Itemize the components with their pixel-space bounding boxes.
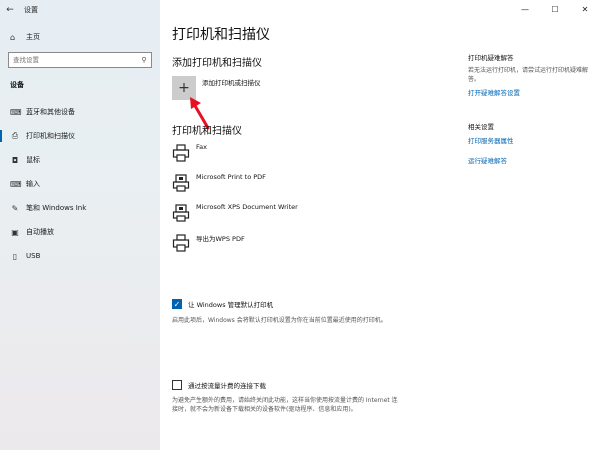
search-box[interactable]: ⚲ bbox=[8, 52, 152, 68]
metered-download-label: 通过按流量计费的连接下载 bbox=[188, 382, 266, 390]
sidebar-nav: ⌨ 蓝牙和其他设备 ⎙ 打印机和扫描仪 ◘ 鼠标 ⌨ 输入 ✎ 笔和 Windo… bbox=[0, 100, 160, 268]
sidebar-item-label: 笔和 Windows Ink bbox=[26, 204, 87, 212]
printer-name: Microsoft XPS Document Writer bbox=[196, 203, 298, 211]
printer-item-wps-pdf[interactable]: 导出为WPS PDF bbox=[172, 230, 298, 260]
title-bar: ← 设置 bbox=[0, 0, 160, 20]
sidebar-item-label: 鼠标 bbox=[26, 156, 40, 164]
sidebar-item-bluetooth[interactable]: ⌨ 蓝牙和其他设备 bbox=[0, 100, 160, 124]
printer-item-xps-writer[interactable]: Microsoft XPS Document Writer bbox=[172, 200, 298, 230]
back-button[interactable]: ← bbox=[0, 0, 20, 20]
printer-list-title: 打印机和扫描仪 bbox=[172, 126, 242, 137]
sidebar: ← 设置 ⌂ 主页 ⚲ 设备 ⌨ 蓝牙和其他设备 ⎙ 打印机和扫描仪 ◘ 鼠标 … bbox=[0, 0, 160, 450]
sidebar-item-printers[interactable]: ⎙ 打印机和扫描仪 bbox=[0, 124, 160, 148]
keyboard-icon: ⌨ bbox=[10, 179, 22, 189]
printer-name: Microsoft Print to PDF bbox=[196, 173, 266, 181]
section-label-devices: 设备 bbox=[10, 81, 24, 89]
plus-icon: + bbox=[178, 80, 190, 96]
maximize-icon: ☐ bbox=[551, 4, 559, 14]
printer-item-print-to-pdf[interactable]: Microsoft Print to PDF bbox=[172, 170, 298, 200]
printer-item-fax[interactable]: Fax bbox=[172, 140, 298, 170]
metered-download-option[interactable]: 通过按流量计费的连接下载 bbox=[172, 380, 266, 390]
close-button[interactable]: ✕ bbox=[570, 0, 600, 18]
printer-icon bbox=[172, 144, 190, 162]
pen-icon: ✎ bbox=[11, 203, 19, 213]
default-printer-description: 启用此项后，Windows 会将默认打印机设置为你在当前位置最近使用的打印机。 bbox=[172, 317, 387, 324]
mouse-icon: ◘ bbox=[11, 155, 19, 165]
troubleshoot-title: 打印机疑难解答 bbox=[468, 54, 514, 62]
add-section-title: 添加打印机和扫描仪 bbox=[172, 58, 262, 69]
xps-printer-icon bbox=[172, 204, 190, 222]
usb-icon: ▯ bbox=[12, 251, 18, 261]
printer-list: Fax Microsoft Print to PDF Microsoft XPS… bbox=[172, 140, 298, 260]
troubleshoot-text: 若无法运行打印机，请尝试运行打印机疑难解答。 bbox=[468, 67, 589, 83]
sidebar-item-label: 自动播放 bbox=[26, 228, 54, 236]
sidebar-item-label: USB bbox=[26, 252, 41, 260]
minimize-button[interactable]: — bbox=[510, 0, 540, 18]
main-content: — ☐ ✕ 打印机和扫描仪 添加打印机和扫描仪 + 添加打印机或扫描仪 打印机和… bbox=[160, 0, 600, 450]
printer-icon: ⎙ bbox=[11, 131, 19, 140]
default-printer-option[interactable]: ✓ 让 Windows 管理默认打印机 bbox=[172, 299, 273, 309]
window-controls: — ☐ ✕ bbox=[510, 0, 600, 18]
metered-download-checkbox[interactable] bbox=[172, 380, 182, 390]
add-printer-label[interactable]: 添加打印机或扫描仪 bbox=[202, 77, 261, 87]
sidebar-item-label: 蓝牙和其他设备 bbox=[26, 108, 75, 116]
run-troubleshooter-link[interactable]: 运行疑难解答 bbox=[468, 155, 507, 165]
pdf-printer-icon bbox=[172, 174, 190, 192]
print-server-properties-link[interactable]: 打印服务器属性 bbox=[468, 135, 514, 145]
checkmark-icon: ✓ bbox=[173, 299, 181, 309]
sidebar-item-input[interactable]: ⌨ 输入 bbox=[0, 172, 160, 196]
back-arrow-icon: ← bbox=[6, 5, 14, 15]
sidebar-item-label: 打印机和扫描仪 bbox=[26, 132, 75, 140]
search-input[interactable] bbox=[13, 56, 137, 64]
search-icon[interactable]: ⚲ bbox=[137, 56, 151, 64]
printer-name: 导出为WPS PDF bbox=[196, 235, 245, 243]
home-nav-item[interactable]: ⌂ 主页 bbox=[0, 28, 160, 46]
printer-icon bbox=[172, 234, 190, 252]
printer-name: Fax bbox=[196, 143, 207, 151]
sidebar-item-pen[interactable]: ✎ 笔和 Windows Ink bbox=[0, 196, 160, 220]
minimize-icon: — bbox=[521, 4, 529, 14]
home-icon: ⌂ bbox=[10, 32, 16, 42]
app-title: 设置 bbox=[24, 6, 38, 14]
home-label: 主页 bbox=[26, 33, 40, 41]
default-printer-label: 让 Windows 管理默认打印机 bbox=[188, 301, 274, 309]
metered-download-description: 为避免产生额外的费用，请始终关闭此功能，这样当你使用按流量计费的 Interne… bbox=[172, 397, 398, 413]
maximize-button[interactable]: ☐ bbox=[540, 0, 570, 18]
sidebar-item-autoplay[interactable]: ▣ 自动播放 bbox=[0, 220, 160, 244]
bluetooth-devices-icon: ⌨ bbox=[10, 107, 22, 117]
sidebar-item-mouse[interactable]: ◘ 鼠标 bbox=[0, 148, 160, 172]
sidebar-item-label: 输入 bbox=[26, 180, 40, 188]
close-icon: ✕ bbox=[581, 4, 589, 14]
autoplay-icon: ▣ bbox=[11, 227, 19, 237]
open-troubleshoot-settings-link[interactable]: 打开疑难解答设置 bbox=[468, 87, 520, 97]
default-printer-checkbox[interactable]: ✓ bbox=[172, 299, 182, 309]
related-settings-title: 相关设置 bbox=[468, 123, 494, 131]
page-title: 打印机和扫描仪 bbox=[172, 27, 270, 43]
sidebar-item-usb[interactable]: ▯ USB bbox=[0, 244, 160, 268]
